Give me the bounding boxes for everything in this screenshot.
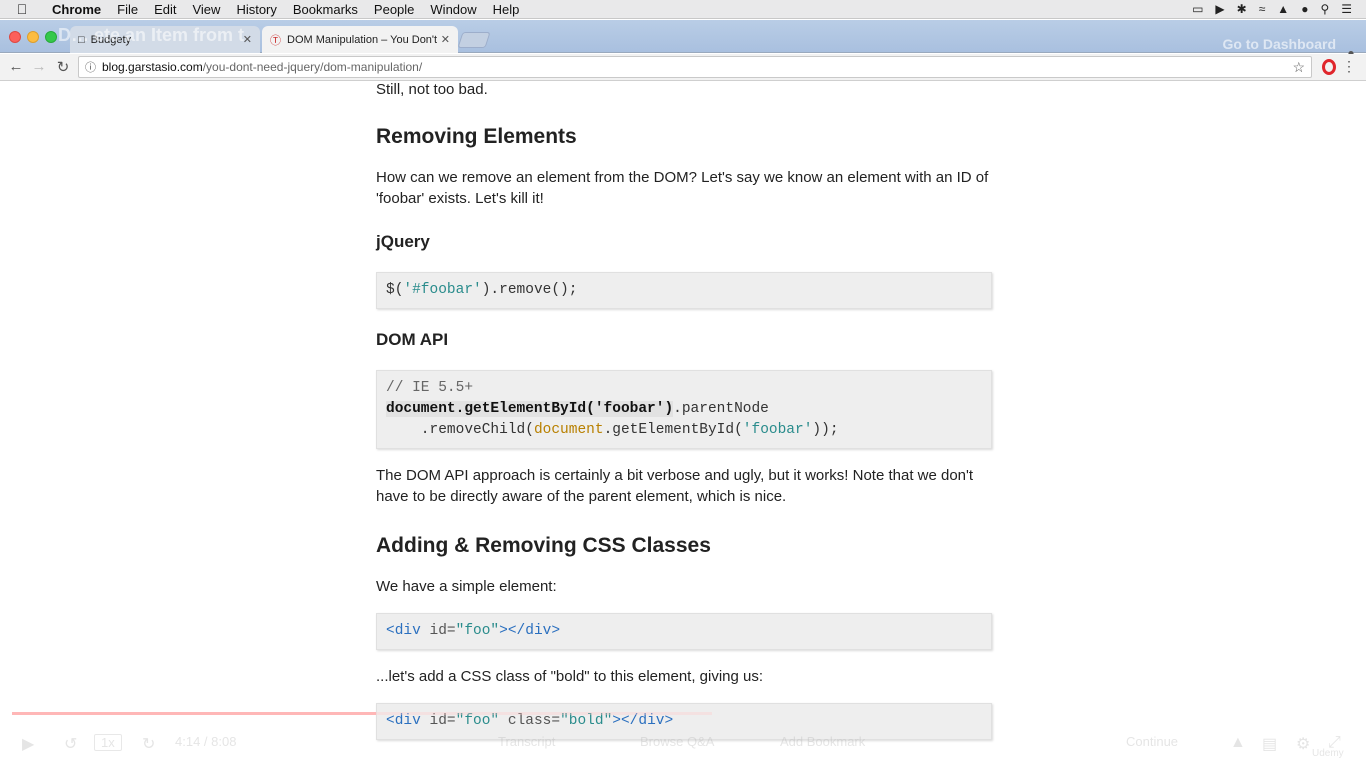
code-string: 'foobar' (742, 422, 813, 438)
verbose-paragraph: The DOM API approach is certainly a bit … (376, 467, 974, 505)
code-token: .getElementById( (603, 422, 743, 438)
list-icon[interactable]: ☰ (1341, 2, 1352, 16)
code-token: .removeChild( (386, 422, 534, 438)
overlay-lecture-title: D… ete an Item from t (58, 25, 245, 45)
code-token: ).remove(); (481, 282, 578, 298)
page-content: Still, not too bad. Removing Elements Ho… (0, 81, 1366, 768)
bookmark-star-icon[interactable]: ☆ (1292, 59, 1305, 76)
tab-title: DOM Manipulation – You Don't (287, 33, 437, 46)
settings-gear-icon[interactable]: ⚙ (1296, 734, 1310, 754)
captions-icon[interactable]: ▤ (1262, 734, 1277, 754)
mac-menubar:  Chrome File Edit View History Bookmark… (0, 0, 1366, 19)
intro-text: Still, not too bad. (376, 81, 488, 98)
bluetooth-icon[interactable]: ✱ (1237, 2, 1247, 16)
code-token: )); (812, 422, 839, 438)
video-controls-overlay: ▶ ↺ 1x ↻ 4:14 / 8:08 Transcript Browse Q… (0, 702, 1366, 768)
code-attr: id= (429, 623, 456, 639)
apple-icon[interactable]:  (0, 1, 44, 17)
volume-icon[interactable]: ▲ (1230, 734, 1246, 752)
transcript-button[interactable]: Transcript (498, 734, 555, 749)
rewind-icon[interactable]: ↺ (64, 734, 77, 754)
forward-arrow-icon[interactable]: → (30, 58, 48, 75)
code-block-jquery: $('#foobar').remove(); (376, 272, 992, 309)
menu-bookmarks[interactable]: Bookmarks (285, 2, 366, 17)
heading-jquery: jQuery (376, 232, 430, 251)
menu-dots-icon[interactable]: ⋮ (1342, 58, 1356, 75)
heading-dom-api: DOM API (376, 330, 449, 349)
browse-qa-button[interactable]: Browse Q&A (640, 734, 714, 749)
tab-dom-manipulation[interactable]: Ⓣ DOM Manipulation – You Don't ✕ (262, 26, 458, 53)
menu-help[interactable]: Help (485, 2, 528, 17)
wifi-icon[interactable]: ≈ (1259, 2, 1266, 16)
play-icon[interactable]: ▶ (22, 734, 34, 754)
speed-button[interactable]: 1x (94, 734, 122, 751)
menu-file[interactable]: File (109, 2, 146, 17)
menu-edit[interactable]: Edit (146, 2, 184, 17)
code-string: '#foobar' (403, 282, 482, 298)
continue-button[interactable]: Continue (1126, 734, 1178, 749)
code-token: $( (386, 282, 404, 298)
info-icon[interactable]: ⓘ (85, 59, 96, 75)
go-to-dashboard-link[interactable]: Go to Dashboard (1222, 36, 1336, 52)
close-window-button[interactable] (9, 31, 21, 43)
add-bookmark-button[interactable]: Add Bookmark (780, 734, 865, 749)
new-tab-button[interactable] (457, 32, 491, 48)
code-tag: <div (386, 623, 430, 639)
video-progress-bar[interactable] (12, 712, 712, 715)
video-progress-fill (12, 712, 376, 715)
user-icon[interactable]: ● (1301, 2, 1308, 16)
heading-css-classes: Adding & Removing CSS Classes (376, 534, 711, 557)
close-tab-icon[interactable]: ✕ (441, 33, 450, 46)
back-arrow-icon[interactable]: ← (7, 58, 25, 75)
search-icon[interactable]: ⚲ (1320, 2, 1329, 16)
code-token: document.getElementById('foobar') (386, 401, 674, 417)
url-host: blog.garstasio.com (102, 60, 203, 74)
code-string: "foo" (455, 623, 500, 639)
menu-view[interactable]: View (184, 2, 228, 17)
brand-logo: Udemy (1312, 748, 1344, 759)
volume-icon[interactable]: ▲ (1277, 2, 1289, 16)
reload-icon[interactable]: ↻ (54, 58, 72, 76)
code-block-div: <div id="foo"></div> (376, 613, 992, 650)
time-display: 4:14 / 8:08 (175, 734, 237, 749)
address-bar[interactable]: ⓘ blog.garstasio.com /you-dont-need-jque… (78, 56, 1312, 78)
heading-removing-elements: Removing Elements (376, 125, 577, 148)
add-bold-text: ...let's add a CSS class of "bold" to th… (376, 668, 764, 685)
code-comment: // IE 5.5+ (386, 380, 474, 396)
url-path: /you-dont-need-jquery/dom-manipulation/ (202, 60, 423, 74)
site-favicon-icon: Ⓣ (270, 34, 281, 47)
menu-chrome[interactable]: Chrome (44, 2, 109, 17)
simple-element-text: We have a simple element: (376, 578, 557, 595)
opera-extension-icon[interactable] (1322, 59, 1336, 75)
video-icon[interactable]: ▶ (1215, 2, 1224, 16)
display-icon[interactable]: ▭ (1192, 2, 1203, 16)
status-icons: ▭ ▶ ✱ ≈ ▲ ● ⚲ ☰ (1192, 2, 1366, 16)
menu-window[interactable]: Window (422, 2, 484, 17)
minimize-window-button[interactable] (27, 31, 39, 43)
menu-history[interactable]: History (228, 2, 284, 17)
zoom-window-button[interactable] (45, 31, 57, 43)
code-block-dom-api: // IE 5.5+ document.getElementById('foob… (376, 370, 992, 449)
browser-toolbar: ← → ↻ ⓘ blog.garstasio.com /you-dont-nee… (0, 54, 1366, 81)
code-tag: ></div> (499, 623, 561, 639)
code-keyword: document (533, 422, 604, 438)
removing-paragraph: How can we remove an element from the DO… (376, 169, 989, 207)
code-token: .parentNode (673, 401, 769, 417)
forward-icon[interactable]: ↻ (142, 734, 155, 754)
menu-people[interactable]: People (366, 2, 422, 17)
close-tab-icon[interactable]: ✕ (243, 33, 252, 46)
